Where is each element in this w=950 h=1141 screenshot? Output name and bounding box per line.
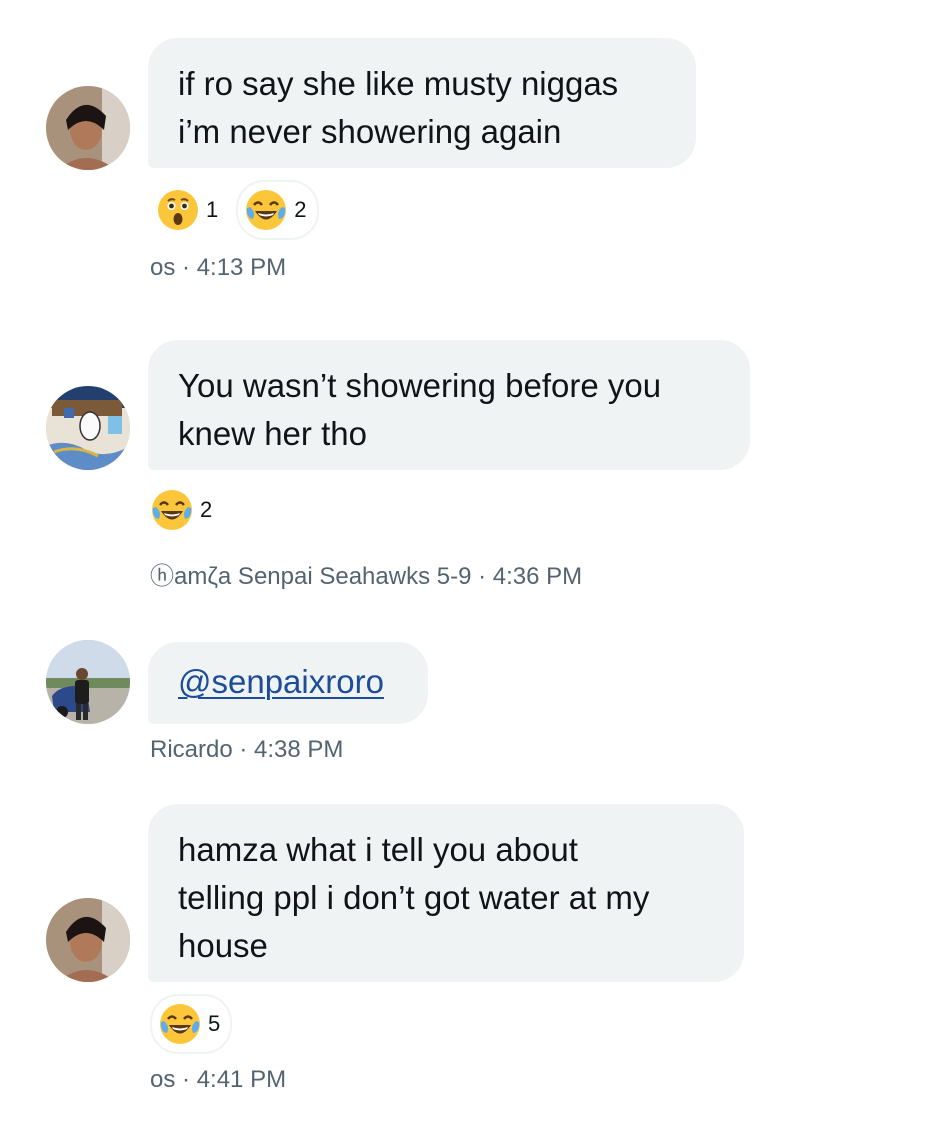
reaction-astonished[interactable]: 1 [150,182,228,238]
message-meta: os · 4:13 PM [150,254,286,282]
avatar-ricardo[interactable] [46,640,130,724]
reaction-count: 5 [208,1011,221,1036]
message-text: if ro say she like musty niggas [178,65,619,102]
laughing-tears-icon [152,490,192,530]
timestamp: · 4:36 PM [478,563,583,590]
avatar-os[interactable] [46,898,130,982]
avatar-cartoon-icon [46,386,130,470]
sender-name[interactable]: os [150,254,175,281]
reactions: 1 2 [150,180,319,240]
sender-name[interactable]: Ricardo [150,736,233,763]
reaction-count: 2 [200,497,213,522]
sender-name[interactable]: os [150,1066,175,1093]
message-text: hamza what i tell you about [178,831,578,868]
timestamp: · 4:41 PM [182,1066,287,1093]
reaction-count: 1 [206,197,219,222]
message-text: You wasn’t showering before you [178,367,662,404]
message-meta: ⓗamζa Senpai Seahawks 5-9 · 4:36 PM [150,556,582,591]
avatar-hamza[interactable] [46,386,130,470]
message-bubble[interactable]: hamza what i tell you about telling ppl … [148,804,744,982]
reaction-laughing[interactable]: 2 [150,482,222,538]
astonished-face-icon [158,190,198,230]
timestamp: · 4:38 PM [239,736,344,763]
message-text: house [178,927,268,964]
message-meta: Ricardo · 4:38 PM [150,736,343,764]
reactions: 5 [150,994,233,1054]
reaction-laughing[interactable]: 2 [236,180,319,240]
avatar-os[interactable] [46,86,130,170]
reactions: 2 [150,482,222,538]
message-bubble[interactable]: You wasn’t showering before you knew her… [148,340,750,470]
timestamp: · 4:13 PM [182,254,287,281]
message-bubble[interactable]: if ro say she like musty niggas i’m neve… [148,38,696,168]
avatar-portrait-icon [46,86,130,170]
message-text: knew her tho [178,415,367,452]
message-meta: os · 4:41 PM [150,1066,286,1094]
laughing-tears-icon [160,1004,200,1044]
laughing-tears-icon [246,190,287,230]
sender-name[interactable]: ⓗamζa Senpai Seahawks 5-9 [150,563,471,590]
message-text: telling ppl i don’t got water at my [178,879,650,916]
reaction-count: 2 [294,197,307,222]
mention-link[interactable]: @senpaixroro [178,658,398,706]
message-text: i’m never showering again [178,113,562,150]
message-bubble[interactable]: @senpaixroro [148,642,428,724]
avatar-photo-icon [46,640,130,724]
reaction-laughing[interactable]: 5 [150,994,233,1054]
avatar-portrait-icon [46,898,130,982]
